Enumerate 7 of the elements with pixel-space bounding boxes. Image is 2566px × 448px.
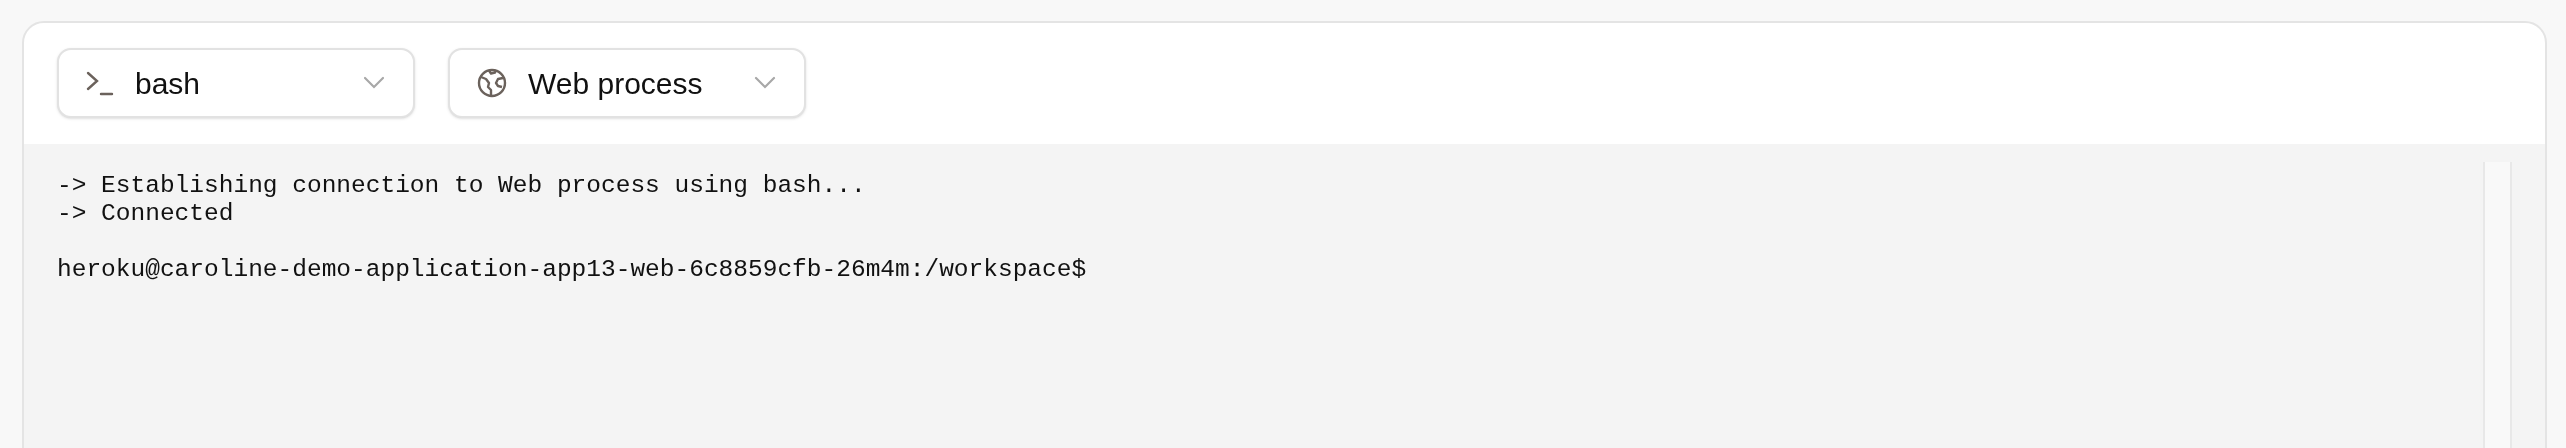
globe-icon xyxy=(476,67,508,99)
chevron-down-icon xyxy=(754,76,776,90)
chevron-down-icon xyxy=(363,76,385,90)
dropdown-select[interactable]: Web process xyxy=(448,48,806,118)
dropdown-select[interactable]: bash xyxy=(57,48,415,118)
terminal-output: -> Establishing connection to Web process using bash... -> Connected heroku@caroline-demo-application-app13-web-6c8859cfb-26m4m:/workspace$ xyxy=(57,172,1088,285)
terminal-prompt-icon xyxy=(85,70,115,96)
